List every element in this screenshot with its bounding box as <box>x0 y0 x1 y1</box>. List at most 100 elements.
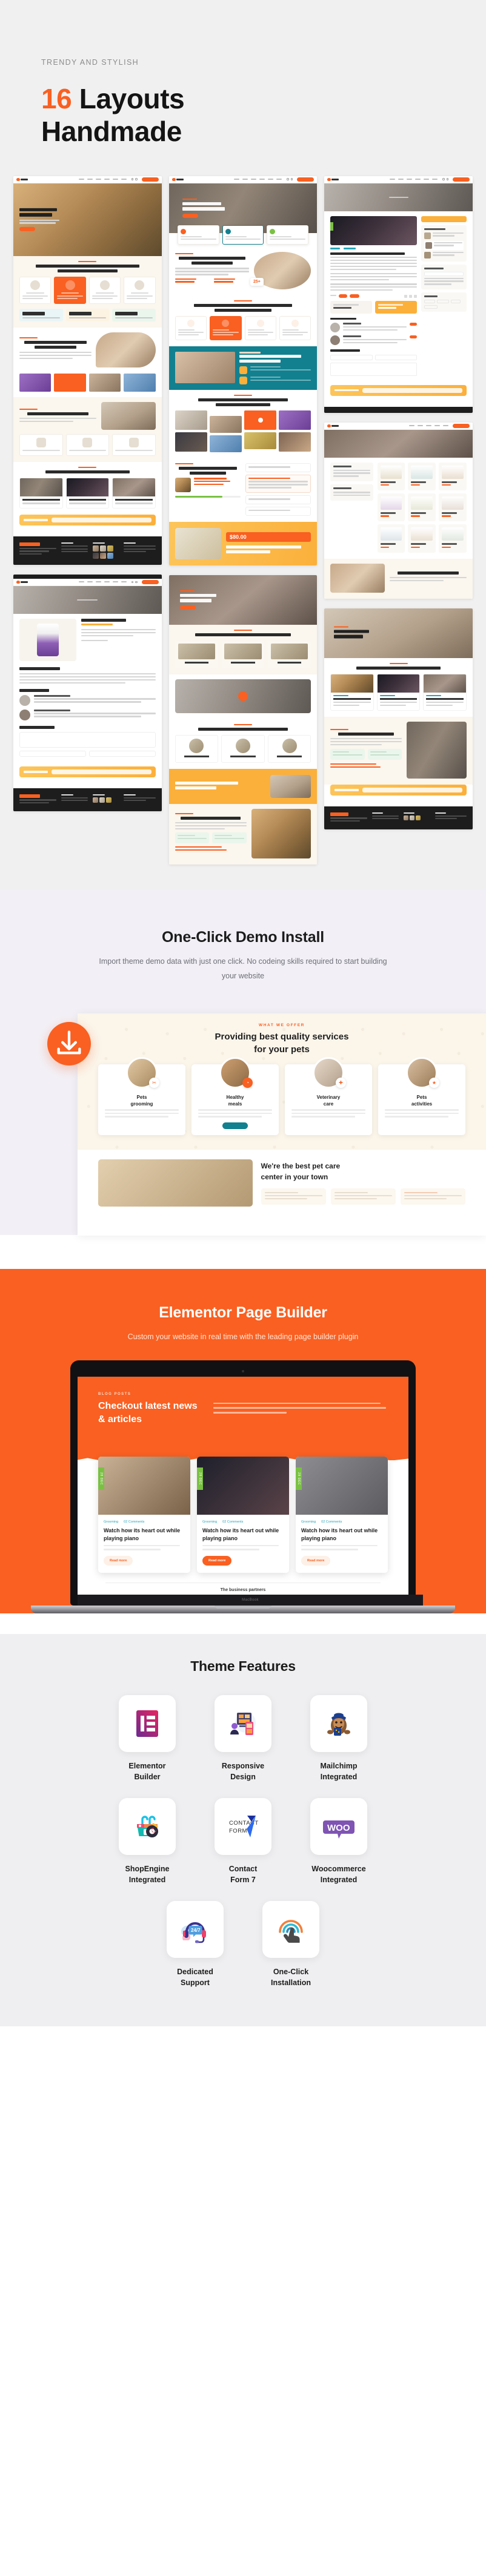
accordion-item[interactable] <box>245 507 311 516</box>
laptop-hinge: MacBook <box>78 1594 423 1606</box>
blog-card[interactable] <box>19 478 63 509</box>
demo-service-card[interactable]: ★ Pets activities <box>378 1056 465 1136</box>
demo-service-card[interactable]: ✚ Veterinary care <box>285 1056 372 1136</box>
mock-services <box>13 255 162 328</box>
mockup-home-1[interactable] <box>13 176 162 565</box>
blog-post-card[interactable]: 28 DEC Grooming 02 Comments Watch how its… <box>296 1456 388 1573</box>
demo-stage: WHAT WE OFFER Providing best quality ser… <box>0 1013 486 1236</box>
pet-card[interactable] <box>112 434 156 456</box>
service-card[interactable] <box>244 315 276 341</box>
feature-item-woocommerce[interactable]: WOO Woocommerce Integrated <box>304 1798 374 1885</box>
blog-post-card[interactable]: 28 DEC Grooming 02 Comments Watch how its… <box>197 1456 289 1573</box>
subscribe-strip[interactable] <box>330 384 467 396</box>
demo-service-card[interactable]: ◔ Healthy meals <box>191 1056 279 1136</box>
feature-item-elementor[interactable]: Elementor Builder <box>112 1695 182 1782</box>
service-card[interactable] <box>88 276 121 305</box>
product-card[interactable] <box>408 493 436 522</box>
name-input[interactable] <box>19 750 86 757</box>
screen-paragraph <box>213 1400 388 1426</box>
header-cta-button[interactable] <box>141 579 159 584</box>
mock-hero-button[interactable] <box>182 213 198 218</box>
feature-item-responsive[interactable]: Responsive Design <box>208 1695 278 1782</box>
feature-card[interactable] <box>222 225 264 245</box>
team-card[interactable] <box>267 734 311 763</box>
service-card[interactable] <box>279 315 311 341</box>
tag-chip[interactable] <box>424 305 438 309</box>
blog-card[interactable] <box>330 673 374 711</box>
pet-card[interactable] <box>19 434 63 456</box>
tag-chip[interactable] <box>436 300 449 304</box>
service-tile[interactable] <box>267 640 311 668</box>
service-card[interactable] <box>54 276 86 305</box>
tag-chip[interactable] <box>450 300 461 304</box>
accordion-item[interactable] <box>245 463 311 473</box>
product-card[interactable] <box>439 524 467 553</box>
service-card[interactable] <box>175 315 207 341</box>
subscribe-strip[interactable] <box>19 766 156 777</box>
accordion-item[interactable] <box>245 495 311 504</box>
post-category: Grooming <box>301 1520 316 1524</box>
header-cta-button[interactable] <box>453 177 470 182</box>
play-icon[interactable] <box>258 418 263 423</box>
subscribe-strip[interactable] <box>330 784 467 796</box>
review-textarea[interactable] <box>19 731 156 748</box>
product-card[interactable] <box>408 462 436 490</box>
blog-card[interactable] <box>65 478 110 509</box>
feature-item-support[interactable]: 24/7 Dedicated Support <box>160 1901 230 1988</box>
blog-card[interactable] <box>376 673 421 711</box>
header-cta-button[interactable] <box>297 177 315 182</box>
comment-textarea[interactable] <box>330 362 417 376</box>
mockup-about-contact[interactable] <box>324 608 473 829</box>
mock-hero-button[interactable] <box>19 226 35 231</box>
accordion-item[interactable] <box>245 475 311 493</box>
demo-service-card[interactable]: ✂ Pets grooming <box>98 1056 185 1136</box>
service-tile[interactable] <box>175 640 219 668</box>
subscribe-strip[interactable] <box>19 515 156 526</box>
demo-card-button[interactable] <box>222 1122 248 1130</box>
tag-chip[interactable] <box>424 300 435 304</box>
blog-card[interactable] <box>423 673 467 711</box>
comment-name-input[interactable] <box>330 354 373 360</box>
mockup-home-2[interactable]: 25+ $80.00 <box>168 176 318 565</box>
read-more-button[interactable]: Read more <box>301 1555 331 1566</box>
product-card[interactable] <box>377 493 405 522</box>
mock-about <box>13 328 162 374</box>
product-card[interactable] <box>439 462 467 490</box>
mockup-services[interactable] <box>168 575 318 865</box>
blog-post-card[interactable]: 28 DEC Grooming 02 Comments Watch how its… <box>98 1456 190 1573</box>
feature-card[interactable] <box>177 225 219 245</box>
feature-card[interactable] <box>267 225 309 245</box>
product-card[interactable] <box>408 524 436 553</box>
read-more-button[interactable]: Read more <box>202 1555 232 1566</box>
product-card[interactable] <box>439 493 467 522</box>
demo-install-section: One-Click Demo Install Import theme demo… <box>0 889 486 1270</box>
product-card[interactable] <box>377 462 405 490</box>
feature-item-contactform7[interactable]: CONTACT FORM Contact Form 7 <box>208 1798 278 1885</box>
service-tile[interactable] <box>221 640 265 668</box>
service-card[interactable] <box>19 276 52 305</box>
team-card[interactable] <box>175 734 219 763</box>
feature-item-mailchimp[interactable]: Mailchimp Integrated <box>304 1695 374 1782</box>
product-card[interactable] <box>377 524 405 553</box>
download-icon[interactable] <box>47 1022 91 1066</box>
team-card[interactable] <box>221 734 265 763</box>
comment-email-input[interactable] <box>374 354 417 360</box>
category-select[interactable] <box>424 271 464 276</box>
service-card[interactable] <box>210 315 242 341</box>
mockup-shop-listing[interactable] <box>324 422 473 599</box>
feature-item-shopengine[interactable]: ShopEngine Integrated <box>112 1798 182 1885</box>
header-cta-button[interactable] <box>453 423 470 428</box>
blog-card[interactable] <box>112 478 156 509</box>
play-icon[interactable] <box>238 691 248 701</box>
mock-hero-button[interactable] <box>179 605 196 610</box>
feature-item-oneclick[interactable]: One-Click Installation <box>256 1901 326 1988</box>
mock-product <box>13 613 162 766</box>
email-input[interactable] <box>88 750 156 757</box>
service-card[interactable] <box>124 276 156 305</box>
read-more-button[interactable]: Read more <box>104 1555 133 1566</box>
header-cta-button[interactable] <box>141 177 159 182</box>
sidebar-search[interactable] <box>421 216 467 222</box>
mockup-blog-detail[interactable] <box>324 176 473 413</box>
pet-card[interactable] <box>65 434 110 456</box>
mockup-product-single[interactable] <box>13 574 162 811</box>
